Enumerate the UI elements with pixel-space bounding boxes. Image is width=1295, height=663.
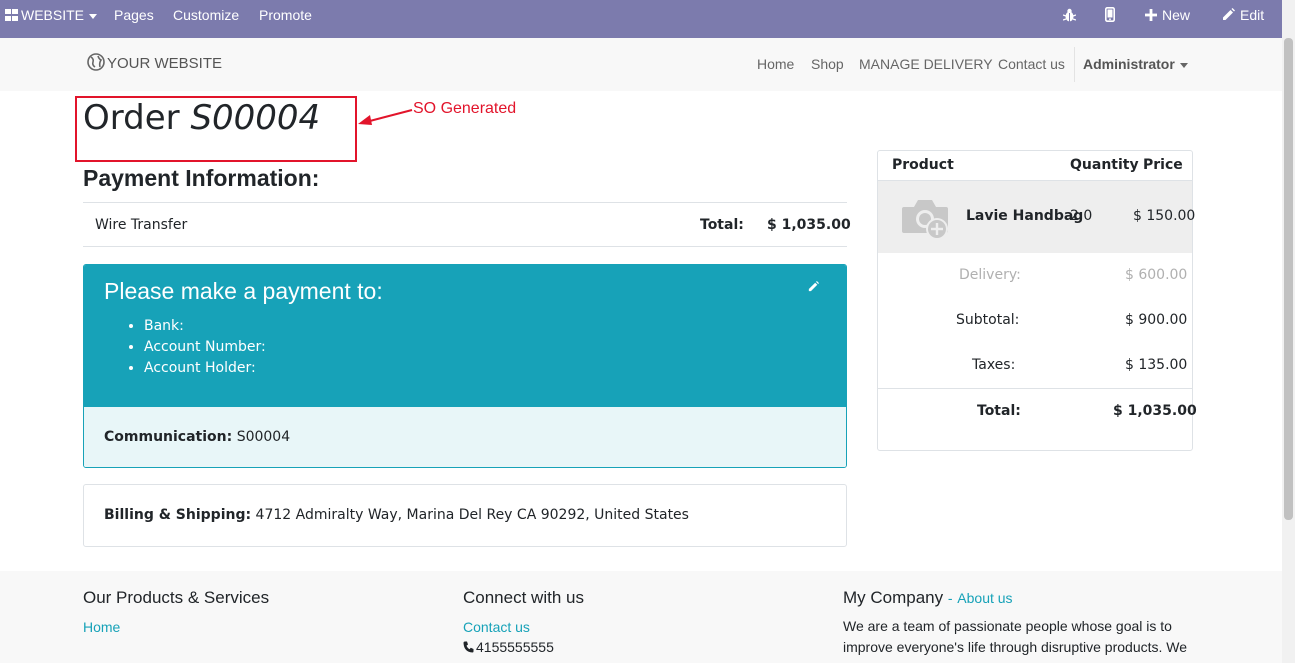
footer-connect-heading: Connect with us <box>463 588 584 607</box>
nav-contact-us[interactable]: Contact us <box>998 38 1065 91</box>
billing-shipping-line: Billing & Shipping: 4712 Admiralty Way, … <box>104 507 689 523</box>
apps-grid-icon <box>5 9 18 21</box>
site-navbar: YOUR WEBSITE Home Shop MANAGE DELIVERY C… <box>0 38 1282 91</box>
site-logo-text: YOUR WEBSITE <box>107 55 223 72</box>
summary-total-label: Total: <box>977 403 1021 419</box>
website-admin-bar: WEBSITE Pages Customize Promote New Edit <box>0 0 1282 38</box>
nav-user-menu[interactable]: Administrator <box>1083 38 1188 91</box>
pencil-icon <box>1223 8 1235 20</box>
payment-total-label: Total: <box>700 217 744 233</box>
nav-manage-delivery[interactable]: MANAGE DELIVERY <box>859 38 993 91</box>
subtotal-label: Subtotal: <box>956 312 1020 328</box>
new-button-label: New <box>1162 7 1191 23</box>
new-button[interactable]: New <box>1145 0 1190 30</box>
product-name[interactable]: Lavie Handbag <box>966 208 1083 224</box>
payment-info-row: Wire Transfer Total: $ 1,035.00 <box>83 202 851 247</box>
payment-total-value: $ 1,035.00 <box>767 217 851 233</box>
product-price: $ 150.00 <box>1133 208 1196 224</box>
taxes-label: Taxes: <box>972 357 1016 373</box>
payment-instructions-panel: Please make a payment to: Bank: Account … <box>83 264 847 468</box>
pencil-icon[interactable] <box>808 281 819 292</box>
phone-icon <box>463 641 474 653</box>
bank-detail-account-holder: Account Holder: <box>144 358 266 379</box>
bug-icon <box>1062 8 1077 22</box>
footer-contact-link[interactable]: Contact us <box>463 619 530 635</box>
bank-detail-account-number: Account Number: <box>144 337 266 358</box>
pages-menu[interactable]: Pages <box>114 0 154 30</box>
edit-button[interactable]: Edit <box>1222 0 1264 30</box>
communication-label: Communication: <box>104 429 233 445</box>
summary-col-product: Product <box>892 157 954 173</box>
payment-method: Wire Transfer <box>95 217 188 233</box>
footer-company-heading: My Company - About us <box>843 588 1013 608</box>
footer-company-description: We are a team of passionate people whose… <box>843 618 1188 655</box>
footer-home-link[interactable]: Home <box>83 619 120 635</box>
site-footer: Our Products & Services Home Connect wit… <box>0 571 1282 663</box>
footer-phone-number: 4155555555 <box>476 639 554 655</box>
communication-section: Communication: S00004 <box>84 406 846 467</box>
summary-col-price: Price <box>1143 157 1183 173</box>
billing-shipping-card: Billing & Shipping: 4712 Admiralty Way, … <box>83 484 847 547</box>
website-menu-button[interactable]: WEBSITE <box>5 0 98 30</box>
annotation-label: SO Generated <box>413 100 517 117</box>
plus-icon <box>1145 9 1157 21</box>
communication-value: S00004 <box>236 429 291 445</box>
site-logo[interactable]: YOUR WEBSITE <box>87 38 222 91</box>
summary-divider <box>878 388 1192 389</box>
footer-phone: 4155555555 <box>463 637 554 658</box>
vertical-scrollbar[interactable] <box>1282 0 1295 663</box>
chevron-down-icon <box>89 13 98 19</box>
footer-about-link[interactable]: About us <box>957 590 1012 606</box>
payment-instructions-heading: Please make a payment to: <box>104 278 383 304</box>
summary-header-row: Product Quantity Price <box>878 151 1192 181</box>
nav-shop[interactable]: Shop <box>811 38 844 91</box>
delivery-label: Delivery: <box>959 267 1021 283</box>
delivery-value: $ 600.00 <box>1125 267 1188 283</box>
payment-instructions-header: Please make a payment to: Bank: Account … <box>84 265 846 406</box>
footer-company-name: My Company <box>843 588 944 607</box>
annotation-arrow-icon <box>358 109 413 125</box>
order-summary-card: Product Quantity Price Lavie Handbag 2.0… <box>877 150 1197 451</box>
mobile-icon <box>1105 7 1115 22</box>
summary-total-value: $ 1,035.00 <box>1113 403 1197 419</box>
globe-icon <box>87 53 105 71</box>
chevron-down-icon <box>1179 62 1188 68</box>
summary-product-row: Lavie Handbag 2.0 $ 150.00 <box>878 181 1196 253</box>
communication-line: Communication: S00004 <box>104 429 290 445</box>
nav-separator <box>1074 47 1075 82</box>
billing-shipping-address: 4712 Admiralty Way, Marina Del Rey CA 90… <box>255 507 689 523</box>
mobile-preview-button[interactable] <box>1105 0 1115 30</box>
subtotal-value: $ 900.00 <box>1125 312 1188 328</box>
bank-details-list: Bank: Account Number: Account Holder: <box>144 316 266 379</box>
promote-menu[interactable]: Promote <box>259 0 312 30</box>
nav-user-name: Administrator <box>1083 56 1175 72</box>
product-quantity: 2.0 <box>1070 208 1093 224</box>
footer-company-dash: - <box>947 590 953 606</box>
billing-shipping-label: Billing & Shipping: <box>104 507 252 523</box>
annotation-highlight-box <box>75 96 357 162</box>
scrollbar-thumb[interactable] <box>1284 38 1293 520</box>
bank-detail-bank: Bank: <box>144 316 266 337</box>
nav-home[interactable]: Home <box>757 38 794 91</box>
camera-placeholder-icon <box>902 200 948 240</box>
payment-information-heading: Payment Information: <box>83 165 320 191</box>
customize-menu[interactable]: Customize <box>173 0 239 30</box>
debug-button[interactable] <box>1062 0 1077 30</box>
edit-button-label: Edit <box>1240 7 1265 23</box>
footer-products-heading: Our Products & Services <box>83 588 270 607</box>
summary-col-quantity: Quantity <box>1070 157 1139 173</box>
taxes-value: $ 135.00 <box>1125 357 1188 373</box>
website-menu-label: WEBSITE <box>21 7 85 23</box>
